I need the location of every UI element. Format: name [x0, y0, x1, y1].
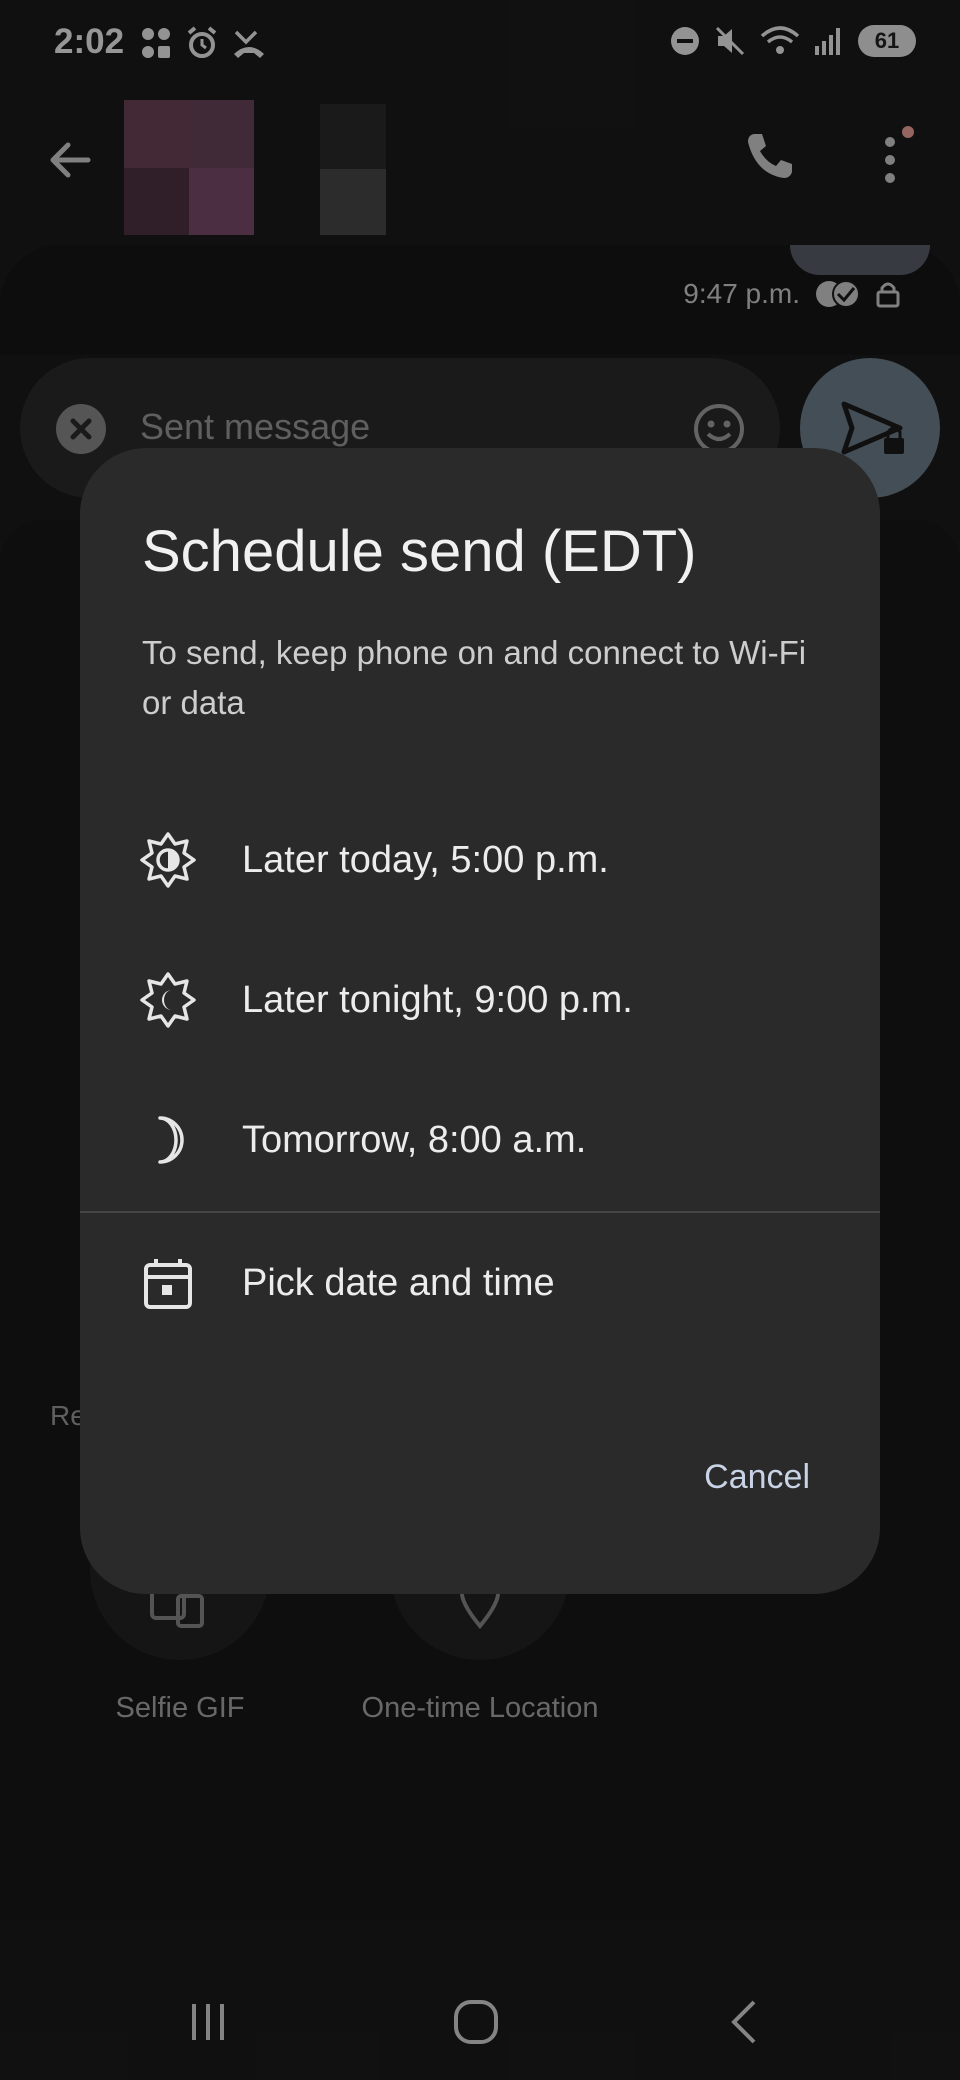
option-later-today[interactable]: Later today, 5:00 p.m.: [80, 795, 880, 925]
sun-dim-icon: [140, 972, 196, 1028]
schedule-send-dialog: Schedule send (EDT) To send, keep phone …: [80, 448, 880, 1594]
option-tomorrow[interactable]: Tomorrow, 8:00 a.m.: [80, 1075, 880, 1205]
option-label: Tomorrow, 8:00 a.m.: [242, 1118, 587, 1161]
moon-icon: [158, 1116, 184, 1164]
dialog-divider: [80, 1211, 880, 1213]
option-pick-date-time[interactable]: Pick date and time: [80, 1218, 880, 1348]
sun-half-icon: [140, 832, 196, 888]
option-label: Later tonight, 9:00 p.m.: [242, 978, 633, 1021]
dialog-subtitle: To send, keep phone on and connect to Wi…: [142, 634, 807, 721]
dialog-title: Schedule send (EDT): [142, 519, 697, 584]
option-later-tonight[interactable]: Later tonight, 9:00 p.m.: [80, 935, 880, 1065]
calendar-icon: [144, 1259, 192, 1309]
cancel-button[interactable]: Cancel: [704, 1448, 810, 1507]
option-label: Pick date and time: [242, 1261, 555, 1304]
option-label: Later today, 5:00 p.m.: [242, 838, 609, 881]
